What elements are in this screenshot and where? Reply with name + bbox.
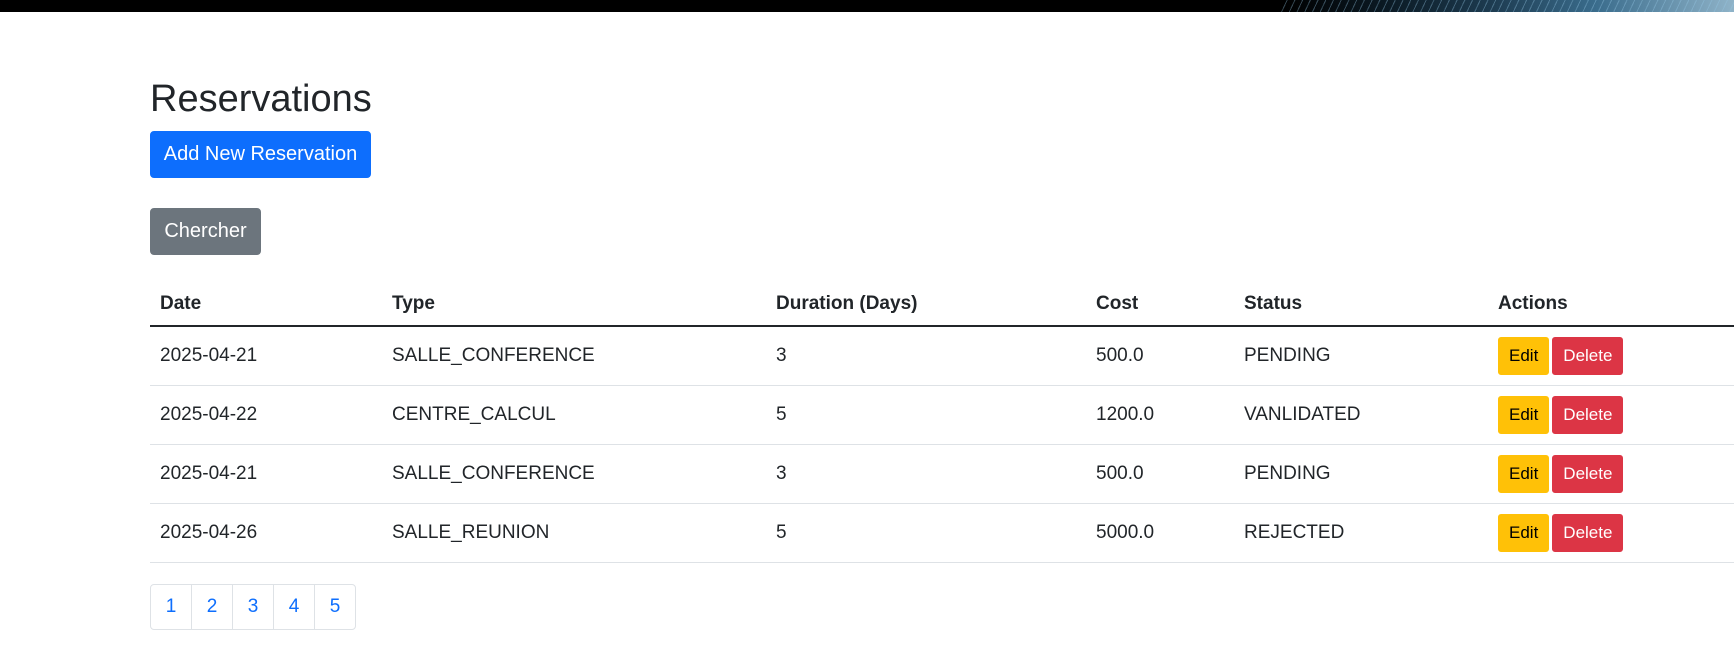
header-actions: Actions [1488, 283, 1734, 327]
table-row: 2025-04-21 SALLE_CONFERENCE 3 500.0 PEND… [150, 326, 1734, 386]
table-row: 2025-04-26 SALLE_REUNION 5 5000.0 REJECT… [150, 503, 1734, 563]
edit-button[interactable]: Edit [1498, 454, 1550, 493]
cell-type: CENTRE_CALCUL [382, 385, 766, 445]
cell-actions: Edit Delete [1488, 385, 1734, 445]
cell-status: REJECTED [1234, 503, 1488, 563]
delete-button[interactable]: Delete [1552, 395, 1624, 434]
pagination: 1 2 3 4 5 [150, 584, 356, 630]
cell-date: 2025-04-21 [150, 444, 382, 504]
cell-cost: 1200.0 [1086, 385, 1234, 445]
header-status: Status [1234, 283, 1488, 327]
cell-actions: Edit Delete [1488, 503, 1734, 563]
add-reservation-button[interactable]: Add New Reservation [150, 131, 371, 178]
cell-actions: Edit Delete [1488, 444, 1734, 504]
cell-type: SALLE_REUNION [382, 503, 766, 563]
cell-date: 2025-04-26 [150, 503, 382, 563]
cell-status: VANLIDATED [1234, 385, 1488, 445]
cell-cost: 500.0 [1086, 326, 1234, 386]
page-link-5[interactable]: 5 [314, 584, 356, 630]
cell-status: PENDING [1234, 326, 1488, 386]
edit-button[interactable]: Edit [1498, 336, 1550, 375]
table-header-row: Date Type Duration (Days) Cost Status Ac… [150, 283, 1734, 327]
page-link-1[interactable]: 1 [150, 584, 192, 630]
search-button[interactable]: Chercher [150, 208, 261, 255]
table-row: 2025-04-22 CENTRE_CALCUL 5 1200.0 VANLID… [150, 385, 1734, 445]
header-date: Date [150, 283, 382, 327]
header-cost: Cost [1086, 283, 1234, 327]
reservations-table: Date Type Duration (Days) Cost Status Ac… [150, 283, 1734, 563]
cell-duration: 3 [766, 444, 1086, 504]
cell-actions: Edit Delete [1488, 326, 1734, 386]
page-link-2[interactable]: 2 [191, 584, 233, 630]
page-title: Reservations [150, 78, 372, 120]
cell-duration: 5 [766, 503, 1086, 563]
top-banner [0, 0, 1734, 12]
cell-cost: 5000.0 [1086, 503, 1234, 563]
cell-date: 2025-04-22 [150, 385, 382, 445]
delete-button[interactable]: Delete [1552, 454, 1624, 493]
header-duration: Duration (Days) [766, 283, 1086, 327]
cell-duration: 5 [766, 385, 1086, 445]
cell-duration: 3 [766, 326, 1086, 386]
cell-status: PENDING [1234, 444, 1488, 504]
delete-button[interactable]: Delete [1552, 513, 1624, 552]
edit-button[interactable]: Edit [1498, 395, 1550, 434]
page-link-4[interactable]: 4 [273, 584, 315, 630]
cell-type: SALLE_CONFERENCE [382, 326, 766, 386]
delete-button[interactable]: Delete [1552, 336, 1624, 375]
cell-cost: 500.0 [1086, 444, 1234, 504]
header-type: Type [382, 283, 766, 327]
cell-type: SALLE_CONFERENCE [382, 444, 766, 504]
table-row: 2025-04-21 SALLE_CONFERENCE 3 500.0 PEND… [150, 444, 1734, 504]
edit-button[interactable]: Edit [1498, 513, 1550, 552]
cell-date: 2025-04-21 [150, 326, 382, 386]
page-link-3[interactable]: 3 [232, 584, 274, 630]
